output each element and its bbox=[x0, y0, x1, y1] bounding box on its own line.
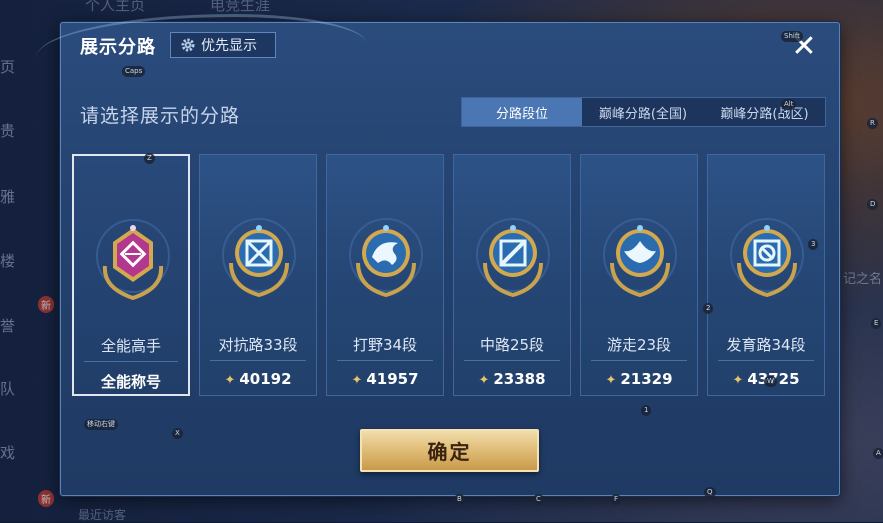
card-divider bbox=[591, 360, 687, 361]
key-hint: B bbox=[454, 494, 465, 505]
lane-card-value: 41957 bbox=[366, 370, 419, 388]
score-icon: ✦ bbox=[224, 373, 236, 388]
roam-emblem-icon bbox=[603, 218, 677, 298]
score-icon: ✦ bbox=[351, 373, 363, 388]
card-divider bbox=[84, 361, 178, 362]
key-hint: Q bbox=[704, 487, 716, 498]
bg-top-tab: 个人主页 bbox=[85, 0, 146, 14]
jungle-emblem-icon bbox=[349, 218, 423, 298]
key-hint: Caps bbox=[122, 66, 146, 77]
lane-card-value: 23388 bbox=[493, 370, 546, 388]
bg-bottom-text: 最近访客 bbox=[78, 508, 127, 522]
lane-card-score: ✦ 40192 bbox=[200, 370, 316, 388]
lane-card-name: 对抗路33段 bbox=[218, 336, 298, 354]
bg-sidebar-item: 贵 bbox=[0, 122, 16, 140]
bg-sidebar-item: 队 bbox=[0, 380, 16, 398]
lane-card-score: ✦ 23388 bbox=[454, 370, 570, 388]
card-divider bbox=[210, 360, 306, 361]
lane-card-name: 打野34段 bbox=[352, 336, 418, 354]
clash-lane-emblem-icon bbox=[222, 218, 296, 298]
key-hint: C bbox=[533, 494, 544, 505]
lane-card-all-round[interactable]: 全能高手 全能称号 bbox=[72, 154, 190, 396]
lane-card-mid[interactable]: 中路25段 ✦ 23388 bbox=[453, 154, 571, 396]
card-divider bbox=[464, 360, 560, 361]
lane-tabs: 分路段位 巅峰分路(全国) 巅峰分路(战区) bbox=[461, 97, 826, 127]
dialog-title: 展示分路 bbox=[80, 37, 156, 58]
mid-lane-emblem-icon bbox=[476, 218, 550, 298]
lane-card-name: 全能高手 bbox=[100, 337, 161, 355]
confirm-button[interactable]: 确定 bbox=[360, 429, 539, 472]
tab-peak-national[interactable]: 巅峰分路(全国) bbox=[582, 98, 704, 126]
key-hint: R bbox=[867, 118, 878, 129]
card-divider bbox=[337, 360, 433, 361]
new-badge: 新 bbox=[38, 296, 54, 313]
new-badge: 新 bbox=[38, 490, 54, 507]
lane-card-value: 21329 bbox=[620, 370, 673, 388]
bg-sidebar-item: 页 bbox=[0, 58, 16, 76]
key-hint: X bbox=[172, 428, 183, 439]
score-icon: ✦ bbox=[605, 373, 617, 388]
bg-sidebar-item: 誉 bbox=[0, 317, 16, 335]
lane-card-score: ✦ 21329 bbox=[581, 370, 697, 388]
lane-card-name: 游走23段 bbox=[606, 336, 672, 354]
lane-card-score: ✦ 41957 bbox=[327, 370, 443, 388]
card-divider bbox=[718, 360, 814, 361]
bg-sidebar-item: 楼 bbox=[0, 252, 16, 270]
key-hint: F bbox=[611, 494, 622, 505]
gear-icon bbox=[181, 38, 195, 52]
bg-sidebar-item: 雅 bbox=[0, 188, 16, 206]
bg-right-text: 记之名 bbox=[843, 272, 883, 287]
lane-card-name: 发育路34段 bbox=[726, 336, 806, 354]
key-hint: W bbox=[764, 376, 777, 387]
lane-card-roam[interactable]: 游走23段 ✦ 21329 bbox=[580, 154, 698, 396]
farm-lane-emblem-icon bbox=[730, 218, 804, 298]
all-round-emblem-icon bbox=[96, 219, 170, 300]
bg-top-tab: 电竞生涯 bbox=[210, 0, 271, 14]
priority-display-button[interactable]: 优先显示 bbox=[170, 32, 276, 58]
lane-card-value: 全能称号 bbox=[100, 373, 161, 391]
lane-card-farm[interactable]: 发育路34段 ✦43725 bbox=[707, 154, 825, 396]
lane-card-jungle[interactable]: 打野34段 ✦ 41957 bbox=[326, 154, 444, 396]
key-hint: Z bbox=[144, 153, 155, 164]
tab-peak-region[interactable]: 巅峰分路(战区) bbox=[704, 98, 825, 126]
dialog-subtitle: 请选择展示的分路 bbox=[80, 105, 241, 127]
key-hint: A bbox=[873, 448, 883, 459]
lane-card-clash[interactable]: 对抗路33段 ✦ 40192 bbox=[199, 154, 317, 396]
lane-card-value: 40192 bbox=[239, 370, 292, 388]
key-hint: Shift bbox=[781, 31, 803, 42]
lane-card-name: 中路25段 bbox=[479, 336, 545, 354]
priority-display-label: 优先显示 bbox=[201, 38, 257, 54]
key-hint: Alt bbox=[781, 99, 797, 110]
bg-sidebar-item: 戏 bbox=[0, 444, 16, 462]
score-icon: ✦ bbox=[478, 373, 490, 388]
key-hint: 移动右键 bbox=[84, 419, 118, 430]
score-icon: ✦ bbox=[732, 373, 744, 388]
tab-lane-rank[interactable]: 分路段位 bbox=[462, 98, 582, 126]
